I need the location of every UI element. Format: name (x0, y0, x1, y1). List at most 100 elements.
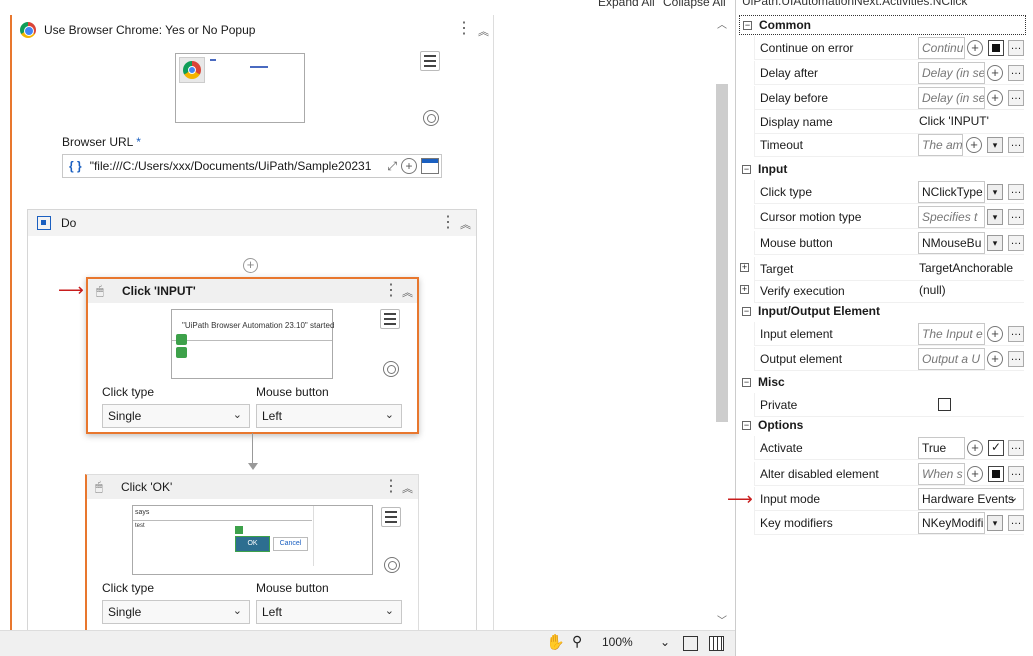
mouse-button-value[interactable]: NMouseBu (918, 232, 985, 254)
prop-alter-disabled-element[interactable]: Alter disabled element When s + … (754, 462, 1024, 486)
chevron-down-icon[interactable]: ⌄ (660, 635, 670, 649)
add-variable-icon[interactable]: + (987, 90, 1003, 106)
alter-disabled-value[interactable]: When s (918, 463, 965, 485)
scroll-down-icon[interactable]: ﹀ (715, 612, 729, 627)
prop-display-name[interactable]: Display name Click 'INPUT' (754, 110, 1024, 134)
add-variable-icon[interactable]: + (967, 40, 983, 56)
cursor-motion-value[interactable]: Specifies t (918, 206, 985, 228)
ellipsis-button[interactable]: … (1008, 209, 1024, 225)
collapse-box-icon[interactable]: − (742, 164, 751, 174)
alter-disabled-checkbox[interactable] (988, 466, 1004, 482)
category-input[interactable]: − Input (739, 159, 1026, 179)
ellipsis-button[interactable]: … (1008, 440, 1024, 456)
click-ok-header[interactable]: 🖱 Click 'OK' ⋮ ︽ (87, 475, 418, 499)
ellipsis-button[interactable]: … (1008, 137, 1024, 153)
prop-output-element[interactable]: Output element Output a U + … (754, 347, 1024, 371)
collapse-box-icon[interactable]: − (742, 306, 751, 316)
prop-input-element[interactable]: Input element The Input e + … (754, 322, 1024, 346)
input-element-value[interactable]: The Input e (918, 323, 985, 345)
click-input-header[interactable]: 🖱 Click 'INPUT' ⋮ ︽ (88, 279, 417, 303)
output-element-value[interactable]: Output a U (918, 348, 985, 370)
category-input-output-element[interactable]: − Input/Output Element (739, 301, 1026, 321)
target-value[interactable]: TargetAnchorable (918, 258, 1021, 280)
prop-key-modifiers[interactable]: Key modifiers NKeyModifi ▾ … (754, 511, 1024, 535)
ellipsis-button[interactable]: … (1008, 40, 1024, 56)
prop-timeout[interactable]: Timeout The am + ▾ … (754, 133, 1024, 157)
collapse-box-icon[interactable]: − (743, 20, 752, 30)
click-ok-activity[interactable]: 🖱 Click 'OK' ⋮ ︽ says test OK Cancel Cli… (85, 474, 419, 630)
scroll-up-icon[interactable]: ︿ (715, 16, 729, 31)
key-modifiers-value[interactable]: NKeyModifi (918, 512, 985, 534)
add-activity-icon[interactable]: + (243, 258, 258, 273)
dropdown-arrow-icon[interactable]: ▾ (987, 184, 1003, 200)
ellipsis-button[interactable]: … (1008, 235, 1024, 251)
dropdown-arrow-icon[interactable]: ▾ (987, 209, 1003, 225)
add-variable-icon[interactable]: + (401, 158, 417, 174)
mouse-button-select[interactable]: Left ⌄ (256, 600, 402, 624)
overview-icon[interactable] (709, 636, 724, 651)
display-name-value[interactable]: Click 'INPUT' (918, 111, 1021, 133)
fit-to-screen-icon[interactable] (683, 636, 698, 651)
chevron-down-icon[interactable]: ⌄ (1009, 491, 1018, 504)
kebab-menu-icon[interactable]: ⋮ (456, 21, 472, 37)
prop-delay-after[interactable]: Delay after Delay (in se + … (754, 61, 1024, 85)
private-checkbox[interactable] (938, 398, 951, 411)
prop-verify-execution[interactable]: + Verify execution (null) (740, 279, 1024, 303)
add-variable-icon[interactable]: + (987, 351, 1003, 367)
ellipsis-button[interactable]: … (1008, 90, 1024, 106)
preview-menu-button[interactable] (380, 309, 400, 329)
ellipsis-button[interactable]: … (1008, 515, 1024, 531)
preview-menu-button[interactable] (381, 507, 401, 527)
add-variable-icon[interactable]: + (967, 466, 983, 482)
preview-menu-button[interactable] (420, 51, 440, 71)
click-type-value[interactable]: NClickType (918, 181, 985, 203)
ellipsis-button[interactable]: … (1008, 351, 1024, 367)
zoom-magnifier-icon[interactable]: ⚲ (572, 633, 582, 650)
expand-editor-icon[interactable]: ⤢ (387, 159, 397, 174)
ellipsis-button[interactable]: … (1008, 466, 1024, 482)
collapse-icon[interactable]: ︽ (402, 480, 413, 496)
click-input-activity[interactable]: 🖱 Click 'INPUT' ⋮ ︽ "UiPath Browser Auto… (86, 277, 419, 434)
ellipsis-button[interactable]: … (1008, 184, 1024, 200)
scrollbar-thumb[interactable] (716, 84, 728, 422)
prop-continue-on-error[interactable]: Continue on error Continu + … (754, 36, 1024, 60)
activate-checkbox[interactable]: ✓ (988, 440, 1004, 456)
delay-before-value[interactable]: Delay (in se (918, 87, 985, 109)
prop-activate[interactable]: Activate True + ✓ … (754, 436, 1024, 460)
continue-on-error-value[interactable]: Continu (918, 37, 965, 59)
dropdown-arrow-icon[interactable]: ▾ (987, 515, 1003, 531)
target-icon[interactable] (384, 557, 400, 573)
verify-execution-value[interactable]: (null) (918, 280, 985, 302)
add-variable-icon[interactable]: + (967, 440, 983, 456)
kebab-menu-icon[interactable]: ⋮ (440, 215, 456, 231)
prop-cursor-motion-type[interactable]: Cursor motion type Specifies t ▾ … (754, 205, 1024, 229)
do-header[interactable]: Do ⋮ ︽ (28, 210, 476, 236)
category-common[interactable]: − Common (739, 15, 1026, 35)
mouse-button-select[interactable]: Left ⌄ (256, 404, 402, 428)
add-variable-icon[interactable]: + (987, 326, 1003, 342)
ellipsis-button[interactable]: … (1008, 65, 1024, 81)
collapse-icon[interactable]: ︽ (402, 284, 413, 300)
collapse-icon[interactable]: ︽ (460, 216, 471, 232)
dropdown-arrow-icon[interactable]: ▾ (987, 235, 1003, 251)
kebab-menu-icon[interactable]: ⋮ (383, 479, 399, 495)
collapse-box-icon[interactable]: − (742, 377, 751, 387)
click-type-select[interactable]: Single ⌄ (102, 600, 250, 624)
add-variable-icon[interactable]: + (987, 65, 1003, 81)
expand-box-icon[interactable]: + (740, 263, 749, 272)
use-browser-header[interactable]: Use Browser Chrome: Yes or No Popup ⋮ ︽ (12, 15, 494, 45)
dropdown-arrow-icon[interactable]: ▾ (987, 137, 1003, 153)
expand-all-link[interactable]: Expand All (598, 0, 655, 9)
category-options[interactable]: − Options (739, 415, 1026, 435)
prop-click-type[interactable]: Click type NClickType ▾ … (754, 180, 1024, 204)
timeout-value[interactable]: The am (918, 134, 963, 156)
pan-hand-icon[interactable]: ✋ (546, 633, 565, 651)
prop-target[interactable]: + Target TargetAnchorable (740, 257, 1024, 281)
target-icon[interactable] (423, 110, 439, 126)
prop-mouse-button[interactable]: Mouse button NMouseBu ▾ … (754, 231, 1024, 255)
prop-private[interactable]: Private (754, 393, 1024, 417)
delay-after-value[interactable]: Delay (in se (918, 62, 985, 84)
zoom-level[interactable]: 100% (602, 635, 633, 649)
add-variable-icon[interactable]: + (966, 137, 982, 153)
activate-value[interactable]: True (918, 437, 965, 459)
